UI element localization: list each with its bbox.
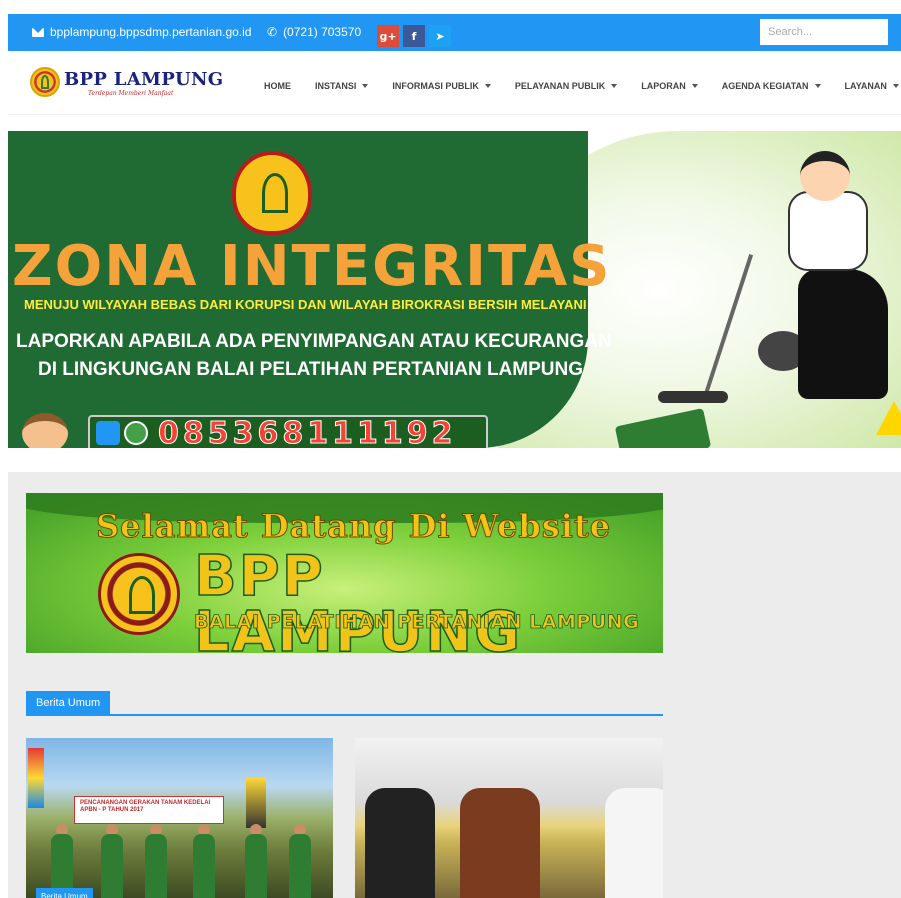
news-card-image[interactable]: PENCANANGAN GERAKAN TANAM KEDELAI APBN -…	[26, 738, 333, 898]
category-badge[interactable]: Berita Umum	[36, 888, 93, 898]
top-bar: bpplampung.bppsdmp.pertanian.go.id ✆ (07…	[8, 14, 901, 51]
hotline-box: 085368111192	[88, 415, 488, 448]
site-header: BPP LAMPUNG Terdepan Memberi Manfaat HOM…	[8, 51, 901, 115]
nav-label: INFORMASI PUBLIK	[392, 81, 479, 91]
phone-icon: ✆	[267, 25, 278, 39]
flag-decoration	[246, 778, 266, 828]
brand-tagline: Terdepan Memberi Manfaat	[88, 90, 174, 97]
logo-emblem[interactable]	[30, 67, 60, 97]
hero-subtitle: MENUJU WILYAYAH BEBAS DARI KORUPSI DAN W…	[24, 297, 587, 312]
twitter-icon[interactable]: ➤	[429, 25, 451, 47]
brand-name[interactable]: BPP LAMPUNG	[64, 69, 223, 90]
envelope-icon	[32, 27, 44, 37]
hero-line-2: DI LINGKUNGAN BALAI PELATIHAN PERTANIAN …	[38, 359, 583, 380]
hero-banner[interactable]: ZONA INTEGRITAS MENUJU WILYAYAH BEBAS DA…	[8, 131, 901, 448]
caret-down-icon	[362, 84, 369, 88]
section-divider	[26, 714, 663, 716]
nav-laporan[interactable]: LAPORAN	[641, 81, 698, 91]
hero-title: ZONA INTEGRITAS	[12, 234, 612, 299]
hotline-number: 085368111192	[158, 415, 457, 448]
person-figure	[289, 834, 311, 898]
email-text: bpplampung.bppsdmp.pertanian.go.id	[50, 25, 252, 39]
whatsapp-icon	[124, 421, 148, 445]
person-figure	[460, 788, 540, 898]
cleaner-figure-head	[800, 151, 850, 201]
caret-down-icon	[691, 84, 698, 88]
nav-home[interactable]: HOME	[264, 81, 291, 91]
nav-agenda-kegiatan[interactable]: AGENDA KEGIATAN	[722, 81, 821, 91]
contact-phone: ✆ (0721) 703570	[267, 25, 361, 39]
facebook-icon[interactable]: f	[403, 25, 425, 47]
person-figure	[365, 788, 435, 898]
hero-line-1: LAPORKAN APABILA ADA PENYIMPANGAN ATAU K…	[16, 331, 612, 352]
contact-email[interactable]: bpplampung.bppsdmp.pertanian.go.id	[32, 25, 251, 39]
cleaner-figure-legs	[798, 269, 888, 399]
person-figure	[245, 834, 267, 898]
nav-label: INSTANSI	[315, 81, 357, 91]
ministry-emblem-icon	[232, 151, 312, 235]
nav-label: HOME	[264, 81, 291, 91]
vacuum-base	[658, 391, 728, 403]
caret-down-icon	[611, 84, 618, 88]
flag-decoration	[28, 748, 44, 808]
nav-label: LAPORAN	[641, 81, 686, 91]
nav-informasi-publik[interactable]: INFORMASI PUBLIK	[392, 81, 491, 91]
caret-down-icon	[814, 84, 821, 88]
phone-text: (0721) 703570	[283, 25, 362, 39]
news-card-image[interactable]	[355, 738, 663, 898]
nav-label: LAYANAN	[844, 81, 887, 91]
caret-down-icon	[892, 84, 899, 88]
main-nav: HOME INSTANSI INFORMASI PUBLIK PELAYANAN…	[264, 81, 899, 91]
warning-sign-icon	[876, 401, 901, 435]
welcome-banner: Selamat Datang Di Website BPP LAMPUNG BA…	[26, 493, 663, 653]
person-figure	[605, 788, 663, 898]
person-figure	[145, 834, 167, 898]
customer-service-icon	[22, 413, 68, 448]
nav-pelayanan-publik[interactable]: PELAYANAN PUBLIK	[514, 81, 618, 91]
person-figure	[193, 834, 215, 898]
cleaner-figure-body	[788, 191, 868, 271]
caret-down-icon	[484, 84, 491, 88]
google-plus-icon[interactable]: g+	[377, 25, 399, 47]
welcome-line-3: BALAI PELATIHAN PERTANIAN LAMPUNG	[194, 611, 640, 634]
nav-layanan[interactable]: LAYANAN	[845, 81, 899, 91]
nav-label: PELAYANAN PUBLIK	[514, 81, 606, 91]
event-banner-text: PENCANANGAN GERAKAN TANAM KEDELAI APBN -…	[80, 800, 211, 814]
leaf-icon	[41, 75, 49, 89]
welcome-line-1: Selamat Datang Di Website	[95, 507, 612, 546]
person-figure	[101, 834, 123, 898]
page: bpplampung.bppsdmp.pertanian.go.id ✆ (07…	[0, 0, 901, 898]
phone-app-icon	[96, 421, 120, 445]
nav-instansi[interactable]: INSTANSI	[315, 81, 369, 91]
nav-label: AGENDA KEGIATAN	[721, 81, 809, 91]
section-title-berita-umum[interactable]: Berita Umum	[26, 691, 111, 715]
main-content: Selamat Datang Di Website BPP LAMPUNG BA…	[8, 472, 901, 898]
search-input[interactable]	[760, 19, 888, 45]
welcome-line-2: BPP LAMPUNG	[193, 544, 523, 653]
ministry-emblem-icon	[98, 553, 180, 635]
